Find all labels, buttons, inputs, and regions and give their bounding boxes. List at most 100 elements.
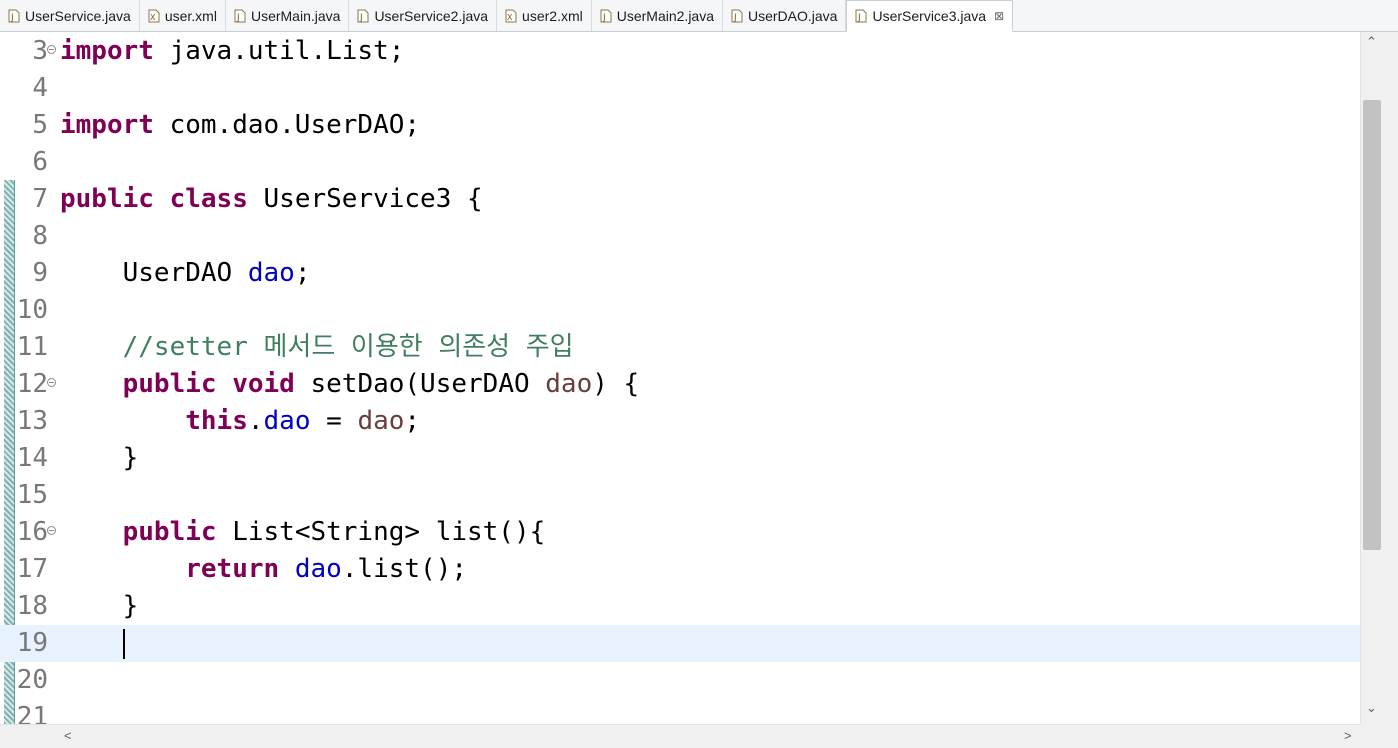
- fold-collapse-icon[interactable]: [47, 378, 56, 387]
- vertical-scrollbar[interactable]: ⌃ ⌄: [1360, 32, 1398, 724]
- code-text: this.dao = dao;: [60, 403, 420, 440]
- scroll-right-arrow[interactable]: >: [1344, 728, 1352, 743]
- code-text: public void setDao(UserDAO dao) {: [60, 366, 640, 403]
- java-file-icon: J: [855, 9, 867, 23]
- tab-label: UserService3.java: [872, 8, 987, 24]
- java-file-icon: J: [357, 9, 369, 23]
- fold-collapse-icon[interactable]: [47, 45, 56, 54]
- line-number: 8: [32, 221, 48, 251]
- scroll-left-arrow[interactable]: <: [64, 728, 72, 743]
- svg-text:J: J: [857, 13, 861, 23]
- line-number: 16: [16, 517, 48, 547]
- code-token: UserService3 {: [247, 184, 483, 214]
- line-number: 5: [32, 110, 48, 140]
- tab-label: user2.xml: [522, 7, 583, 24]
- xml-file-icon: X: [148, 9, 160, 23]
- code-line[interactable]: 12 public void setDao(UserDAO dao) {: [0, 366, 1360, 403]
- text-caret: [123, 629, 125, 659]
- code-line[interactable]: 20: [0, 662, 1360, 699]
- close-tab-icon[interactable]: ⊠: [994, 9, 1004, 23]
- code-line[interactable]: 5 import com.dao.UserDAO;: [0, 107, 1360, 144]
- vertical-scroll-thumb[interactable]: [1363, 100, 1381, 550]
- line-number: 6: [32, 147, 48, 177]
- horizontal-scrollbar[interactable]: < >: [0, 724, 1398, 748]
- code-text: [60, 625, 123, 662]
- keyword-token: public: [60, 184, 154, 214]
- field-token: dao: [247, 258, 295, 288]
- code-line[interactable]: 21: [0, 699, 1360, 724]
- code-line[interactable]: 9 UserDAO dao;: [0, 255, 1360, 292]
- current-code-line[interactable]: 19: [0, 625, 1360, 662]
- code-line[interactable]: 7 public class UserService3 {: [0, 181, 1360, 218]
- line-number: 13: [16, 406, 48, 436]
- comment-token: //setter 메서드 이용한 의존성 주입: [122, 332, 574, 362]
- code-line[interactable]: 17 return dao.list();: [0, 551, 1360, 588]
- parameter-token: dao: [545, 369, 593, 399]
- parameter-token: dao: [357, 406, 405, 436]
- code-line[interactable]: 3 import java.util.List;: [0, 33, 1360, 70]
- code-text: public class UserService3 {: [60, 181, 483, 218]
- line-number: 4: [32, 73, 48, 103]
- keyword-token: import: [60, 110, 154, 140]
- code-line[interactable]: 13 this.dao = dao;: [0, 403, 1360, 440]
- tab-usermain2-java[interactable]: J UserMain2.java: [592, 0, 723, 31]
- tab-user-xml[interactable]: Xuser.xml: [140, 0, 226, 31]
- line-number: 11: [16, 332, 48, 362]
- svg-text:X: X: [150, 13, 156, 22]
- keyword-token: class: [169, 184, 248, 214]
- code-line[interactable]: 18 }: [0, 588, 1360, 625]
- tab-label: UserService2.java: [374, 7, 489, 24]
- code-line[interactable]: 10: [0, 292, 1360, 329]
- code-token: setDao(UserDAO: [294, 369, 546, 399]
- field-token: dao: [263, 406, 311, 436]
- svg-text:J: J: [602, 13, 606, 23]
- scroll-down-arrow[interactable]: ⌄: [1366, 700, 1377, 716]
- svg-text:J: J: [236, 13, 240, 23]
- svg-text:X: X: [507, 13, 513, 22]
- code-line[interactable]: 11 //setter 메서드 이용한 의존성 주입: [0, 329, 1360, 366]
- line-number: 17: [16, 554, 48, 584]
- tab-userservice3-java[interactable]: J UserService3.java ⊠: [846, 0, 1014, 32]
- code-line[interactable]: 6: [0, 144, 1360, 181]
- line-number: 7: [32, 184, 48, 214]
- code-line[interactable]: 8: [0, 218, 1360, 255]
- code-line[interactable]: 16 public List<String> list(){: [0, 514, 1360, 551]
- scroll-up-arrow[interactable]: ⌃: [1366, 34, 1377, 50]
- code-token: java.util.List;: [153, 36, 405, 66]
- line-number: 9: [32, 258, 48, 288]
- code-line[interactable]: 15: [0, 477, 1360, 514]
- tab-userservice2-java[interactable]: J UserService2.java: [349, 0, 498, 31]
- code-editor[interactable]: 3 import java.util.List; 4 5 import com.dao.…: [0, 32, 1360, 724]
- tab-userdao-java[interactable]: J UserDAO.java: [723, 0, 847, 31]
- tab-userservice-java[interactable]: J UserService.java: [0, 0, 140, 31]
- scroll-corner: [1360, 724, 1398, 748]
- keyword-token: import: [60, 36, 154, 66]
- fold-collapse-icon[interactable]: [47, 526, 56, 535]
- svg-text:J: J: [10, 13, 14, 23]
- code-line[interactable]: 4: [0, 70, 1360, 107]
- tab-label: UserDAO.java: [748, 7, 838, 24]
- code-token: =: [310, 406, 358, 436]
- tab-label: UserMain.java: [250, 7, 341, 24]
- code-line[interactable]: 14 }: [0, 440, 1360, 477]
- line-number: 15: [16, 480, 48, 510]
- java-file-icon: J: [8, 9, 20, 23]
- code-text: }: [60, 588, 139, 625]
- java-file-icon: J: [600, 9, 612, 23]
- java-file-icon: J: [234, 9, 246, 23]
- code-token: .list();: [341, 554, 468, 584]
- code-token: }: [60, 591, 139, 621]
- field-token: dao: [294, 554, 342, 584]
- tab-usermain-java[interactable]: J UserMain.java: [226, 0, 350, 31]
- java-file-icon: J: [731, 9, 743, 23]
- keyword-token: return: [185, 554, 280, 584]
- tab-user2-xml[interactable]: Xuser2.xml: [497, 0, 592, 31]
